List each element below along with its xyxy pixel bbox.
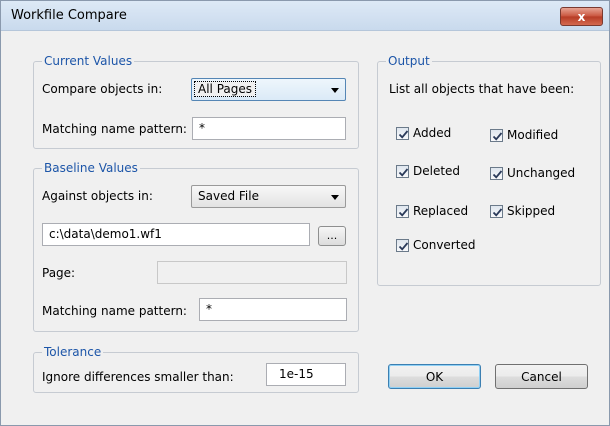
checkbox-unchanged-label: Unchanged [507, 166, 576, 180]
tolerance-label: Ignore differences smaller than: [42, 370, 234, 384]
against-objects-value: Saved File [198, 189, 259, 203]
checkbox-checked-icon [490, 204, 503, 218]
baseline-values-legend: Baseline Values [42, 161, 140, 175]
current-values-legend: Current Values [42, 54, 135, 68]
checkbox-deleted-label: Deleted [413, 164, 461, 178]
checkbox-checked-icon [396, 204, 409, 218]
baseline-file-path-input[interactable]: c:\data\demo1.wf1 [42, 223, 310, 246]
baseline-pattern-input[interactable]: * [199, 298, 347, 321]
chevron-down-icon [331, 195, 339, 200]
current-pattern-label: Matching name pattern: [42, 122, 187, 136]
workfile-compare-dialog: Workfile Compare x Current Values Compar… [0, 0, 610, 426]
chevron-down-icon [331, 88, 339, 93]
compare-objects-label: Compare objects in: [42, 82, 163, 96]
ok-button[interactable]: OK [388, 364, 481, 389]
tolerance-input[interactable]: 1e-15 [266, 363, 346, 386]
close-button[interactable]: x [560, 7, 603, 26]
checkbox-modified-label: Modified [507, 128, 559, 142]
close-icon: x [577, 9, 586, 24]
checkbox-added[interactable]: Added [396, 126, 451, 140]
checkbox-added-label: Added [413, 126, 452, 140]
baseline-values-group: Baseline Values Against objects in: Save… [33, 161, 359, 332]
checkbox-checked-icon [396, 126, 409, 140]
compare-objects-dropdown[interactable]: All Pages [191, 78, 346, 101]
checkbox-replaced[interactable]: Replaced [396, 204, 468, 218]
checkbox-replaced-label: Replaced [413, 204, 469, 218]
checkbox-skipped-label: Skipped [507, 204, 556, 218]
output-legend: Output [386, 54, 432, 68]
checkbox-unchanged[interactable]: Unchanged [490, 166, 575, 180]
checkbox-checked-icon [396, 164, 409, 178]
baseline-pattern-label: Matching name pattern: [42, 304, 187, 318]
checkbox-skipped[interactable]: Skipped [490, 204, 555, 218]
dialog-title: Workfile Compare [11, 8, 127, 23]
ok-button-label: OK [425, 369, 444, 384]
page-input [157, 261, 347, 284]
compare-objects-value: All Pages [194, 81, 256, 97]
checkbox-checked-icon [490, 128, 503, 142]
current-pattern-input[interactable]: * [192, 117, 346, 140]
checkbox-checked-icon [396, 238, 409, 252]
page-label: Page: [42, 266, 76, 280]
checkbox-deleted[interactable]: Deleted [396, 164, 460, 178]
checkbox-converted-label: Converted [413, 238, 476, 252]
against-objects-dropdown[interactable]: Saved File [191, 185, 346, 208]
output-group: Output List all objects that have been: … [377, 54, 601, 286]
cancel-button[interactable]: Cancel [495, 364, 588, 389]
browse-icon: ... [326, 229, 338, 242]
cancel-button-label: Cancel [521, 369, 562, 384]
current-values-group: Current Values Compare objects in: All P… [33, 54, 359, 149]
tolerance-legend: Tolerance [42, 345, 104, 359]
title-bar[interactable]: Workfile Compare x [1, 1, 609, 31]
against-objects-label: Against objects in: [42, 189, 153, 203]
checkbox-checked-icon [490, 166, 503, 180]
tolerance-group: Tolerance Ignore differences smaller tha… [33, 345, 359, 393]
browse-button[interactable]: ... [318, 226, 346, 246]
checkbox-converted[interactable]: Converted [396, 238, 475, 252]
output-description: List all objects that have been: [389, 82, 575, 96]
checkbox-modified[interactable]: Modified [490, 128, 558, 142]
